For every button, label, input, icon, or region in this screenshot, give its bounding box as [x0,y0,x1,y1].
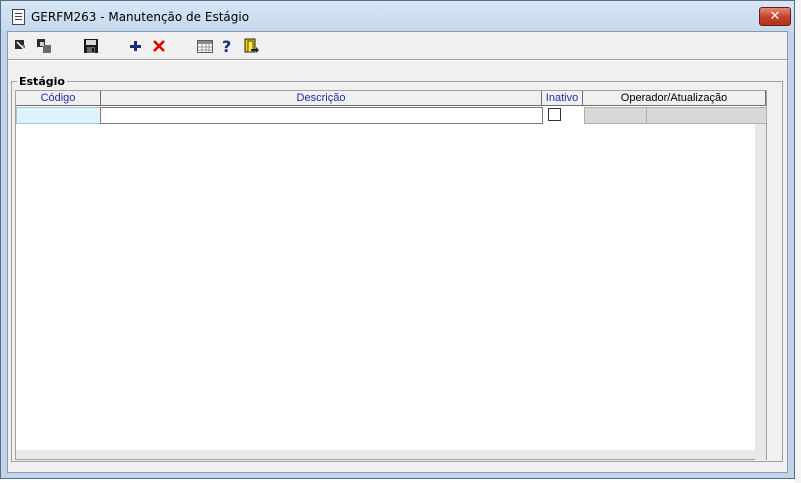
column-header-operador-atualizacao[interactable]: Operador/Atualização [583,91,766,106]
save-icon[interactable] [82,37,100,55]
estagio-grid: Código Descrição Inativo Operador/Atuali… [15,90,767,460]
svg-text:?: ? [222,37,231,55]
desktop-edge [795,0,801,483]
delete-icon[interactable] [151,37,169,55]
last-record-icon[interactable] [35,37,53,55]
grid-right-margin [755,124,766,460]
window-title: GERFM263 - Manutenção de Estágio [31,10,250,24]
document-icon [12,9,25,25]
help-icon[interactable]: ? [219,37,237,56]
first-record-icon[interactable] [13,37,31,55]
add-icon[interactable] [128,37,146,55]
operador-cell [584,107,647,124]
client-area: ? Estágio Código Descrição Inativo Opera… [7,31,788,473]
descricao-cell[interactable] [100,107,543,124]
toolbar: ? [8,32,787,61]
codigo-cell[interactable] [16,107,101,124]
title-bar[interactable]: GERFM263 - Manutenção de Estágio ✕ [1,1,794,31]
inativo-checkbox[interactable] [548,108,561,121]
close-icon: ✕ [769,9,781,24]
main-window: GERFM263 - Manutenção de Estágio ✕ ? Est… [0,0,795,479]
grid-bottom-margin [16,450,766,459]
toolbar-divider-highlight [8,60,787,61]
column-header-inativo[interactable]: Inativo [542,91,583,106]
column-header-descricao[interactable]: Descrição [101,91,542,106]
atualizacao-cell [646,107,767,124]
column-header-codigo[interactable]: Código [16,91,101,106]
close-button[interactable]: ✕ [759,7,791,26]
calendar-grid-icon[interactable] [196,37,214,55]
exit-door-icon[interactable] [242,37,260,55]
groupbox-legend: Estágio [17,75,67,88]
